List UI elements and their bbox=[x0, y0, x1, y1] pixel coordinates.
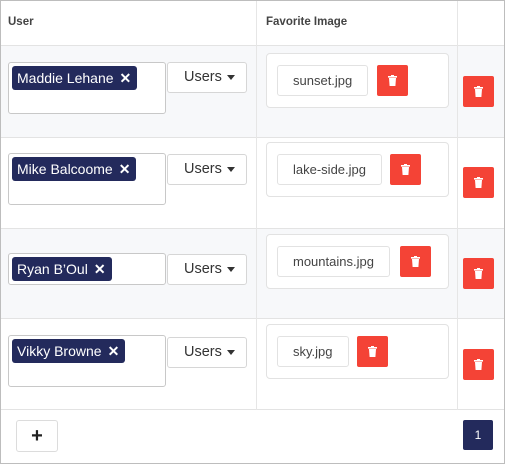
user-tag-input[interactable]: Ryan B’Oul ✕ bbox=[8, 253, 166, 285]
table-row: Mike Balcoome ✕ Users lake-side.jpg bbox=[1, 138, 504, 229]
column-header-favorite-image: Favorite Image bbox=[266, 16, 348, 28]
users-dropdown-button[interactable]: Users bbox=[167, 254, 247, 285]
data-grid: User Favorite Image Maddie Lehane ✕ Users… bbox=[0, 0, 505, 464]
close-icon[interactable]: ✕ bbox=[94, 257, 106, 281]
caret-down-icon bbox=[226, 349, 235, 355]
users-dropdown-button[interactable]: Users bbox=[167, 154, 247, 185]
trash-icon bbox=[474, 86, 483, 97]
user-tag-input[interactable]: Mike Balcoome ✕ bbox=[8, 153, 166, 205]
trash-icon bbox=[401, 164, 410, 175]
user-tag-input[interactable]: Vikky Browne ✕ bbox=[8, 335, 166, 387]
users-dropdown-label: Users bbox=[184, 344, 222, 360]
grid-header: User Favorite Image bbox=[1, 1, 504, 46]
user-tag-label: Vikky Browne bbox=[17, 343, 102, 359]
close-icon[interactable]: ✕ bbox=[119, 157, 131, 181]
user-tag-label: Maddie Lehane bbox=[17, 70, 114, 86]
trash-icon bbox=[388, 75, 397, 86]
users-dropdown-label: Users bbox=[184, 161, 222, 177]
user-tag-label: Mike Balcoome bbox=[17, 161, 113, 177]
image-cell: sunset.jpg bbox=[266, 53, 449, 108]
column-header-user: User bbox=[8, 16, 34, 28]
image-cell: sky.jpg bbox=[266, 324, 449, 379]
file-name-chip: lake-side.jpg bbox=[277, 154, 382, 185]
table-row: Ryan B’Oul ✕ Users mountains.jpg bbox=[1, 229, 504, 319]
column-divider bbox=[256, 1, 257, 410]
image-cell: lake-side.jpg bbox=[266, 142, 449, 197]
close-icon[interactable]: ✕ bbox=[108, 339, 120, 363]
delete-image-button[interactable] bbox=[390, 154, 421, 185]
delete-row-button[interactable] bbox=[463, 167, 494, 198]
delete-row-button[interactable] bbox=[463, 349, 494, 380]
trash-icon bbox=[474, 177, 483, 188]
delete-image-button[interactable] bbox=[377, 65, 408, 96]
delete-image-button[interactable] bbox=[400, 246, 431, 277]
user-tag-label: Ryan B’Oul bbox=[17, 261, 88, 277]
grid-footer: + 1 bbox=[1, 410, 504, 463]
delete-row-button[interactable] bbox=[463, 258, 494, 289]
caret-down-icon bbox=[226, 166, 235, 172]
file-name-chip: sunset.jpg bbox=[277, 65, 369, 96]
user-tag: Vikky Browne ✕ bbox=[12, 339, 126, 363]
user-tag-input[interactable]: Maddie Lehane ✕ bbox=[8, 62, 166, 114]
file-name-chip: sky.jpg bbox=[277, 336, 349, 367]
column-divider bbox=[457, 1, 458, 410]
table-row: Vikky Browne ✕ Users sky.jpg bbox=[1, 319, 504, 410]
page-button-active[interactable]: 1 bbox=[463, 420, 493, 450]
table-row: Maddie Lehane ✕ Users sunset.jpg bbox=[1, 46, 504, 138]
users-dropdown-label: Users bbox=[184, 69, 222, 85]
delete-row-button[interactable] bbox=[463, 76, 494, 107]
file-name-chip: mountains.jpg bbox=[277, 246, 390, 277]
users-dropdown-button[interactable]: Users bbox=[167, 62, 247, 93]
trash-icon bbox=[474, 268, 483, 279]
caret-down-icon bbox=[226, 266, 235, 272]
close-icon[interactable]: ✕ bbox=[120, 66, 132, 90]
image-cell: mountains.jpg bbox=[266, 234, 449, 289]
caret-down-icon bbox=[226, 74, 235, 80]
user-tag: Maddie Lehane ✕ bbox=[12, 66, 138, 90]
delete-image-button[interactable] bbox=[357, 336, 388, 367]
add-row-button[interactable]: + bbox=[16, 420, 58, 452]
users-dropdown-label: Users bbox=[184, 261, 222, 277]
users-dropdown-button[interactable]: Users bbox=[167, 337, 247, 368]
user-tag: Ryan B’Oul ✕ bbox=[12, 257, 112, 281]
trash-icon bbox=[368, 346, 377, 357]
trash-icon bbox=[411, 256, 420, 267]
trash-icon bbox=[474, 359, 483, 370]
user-tag: Mike Balcoome ✕ bbox=[12, 157, 137, 181]
